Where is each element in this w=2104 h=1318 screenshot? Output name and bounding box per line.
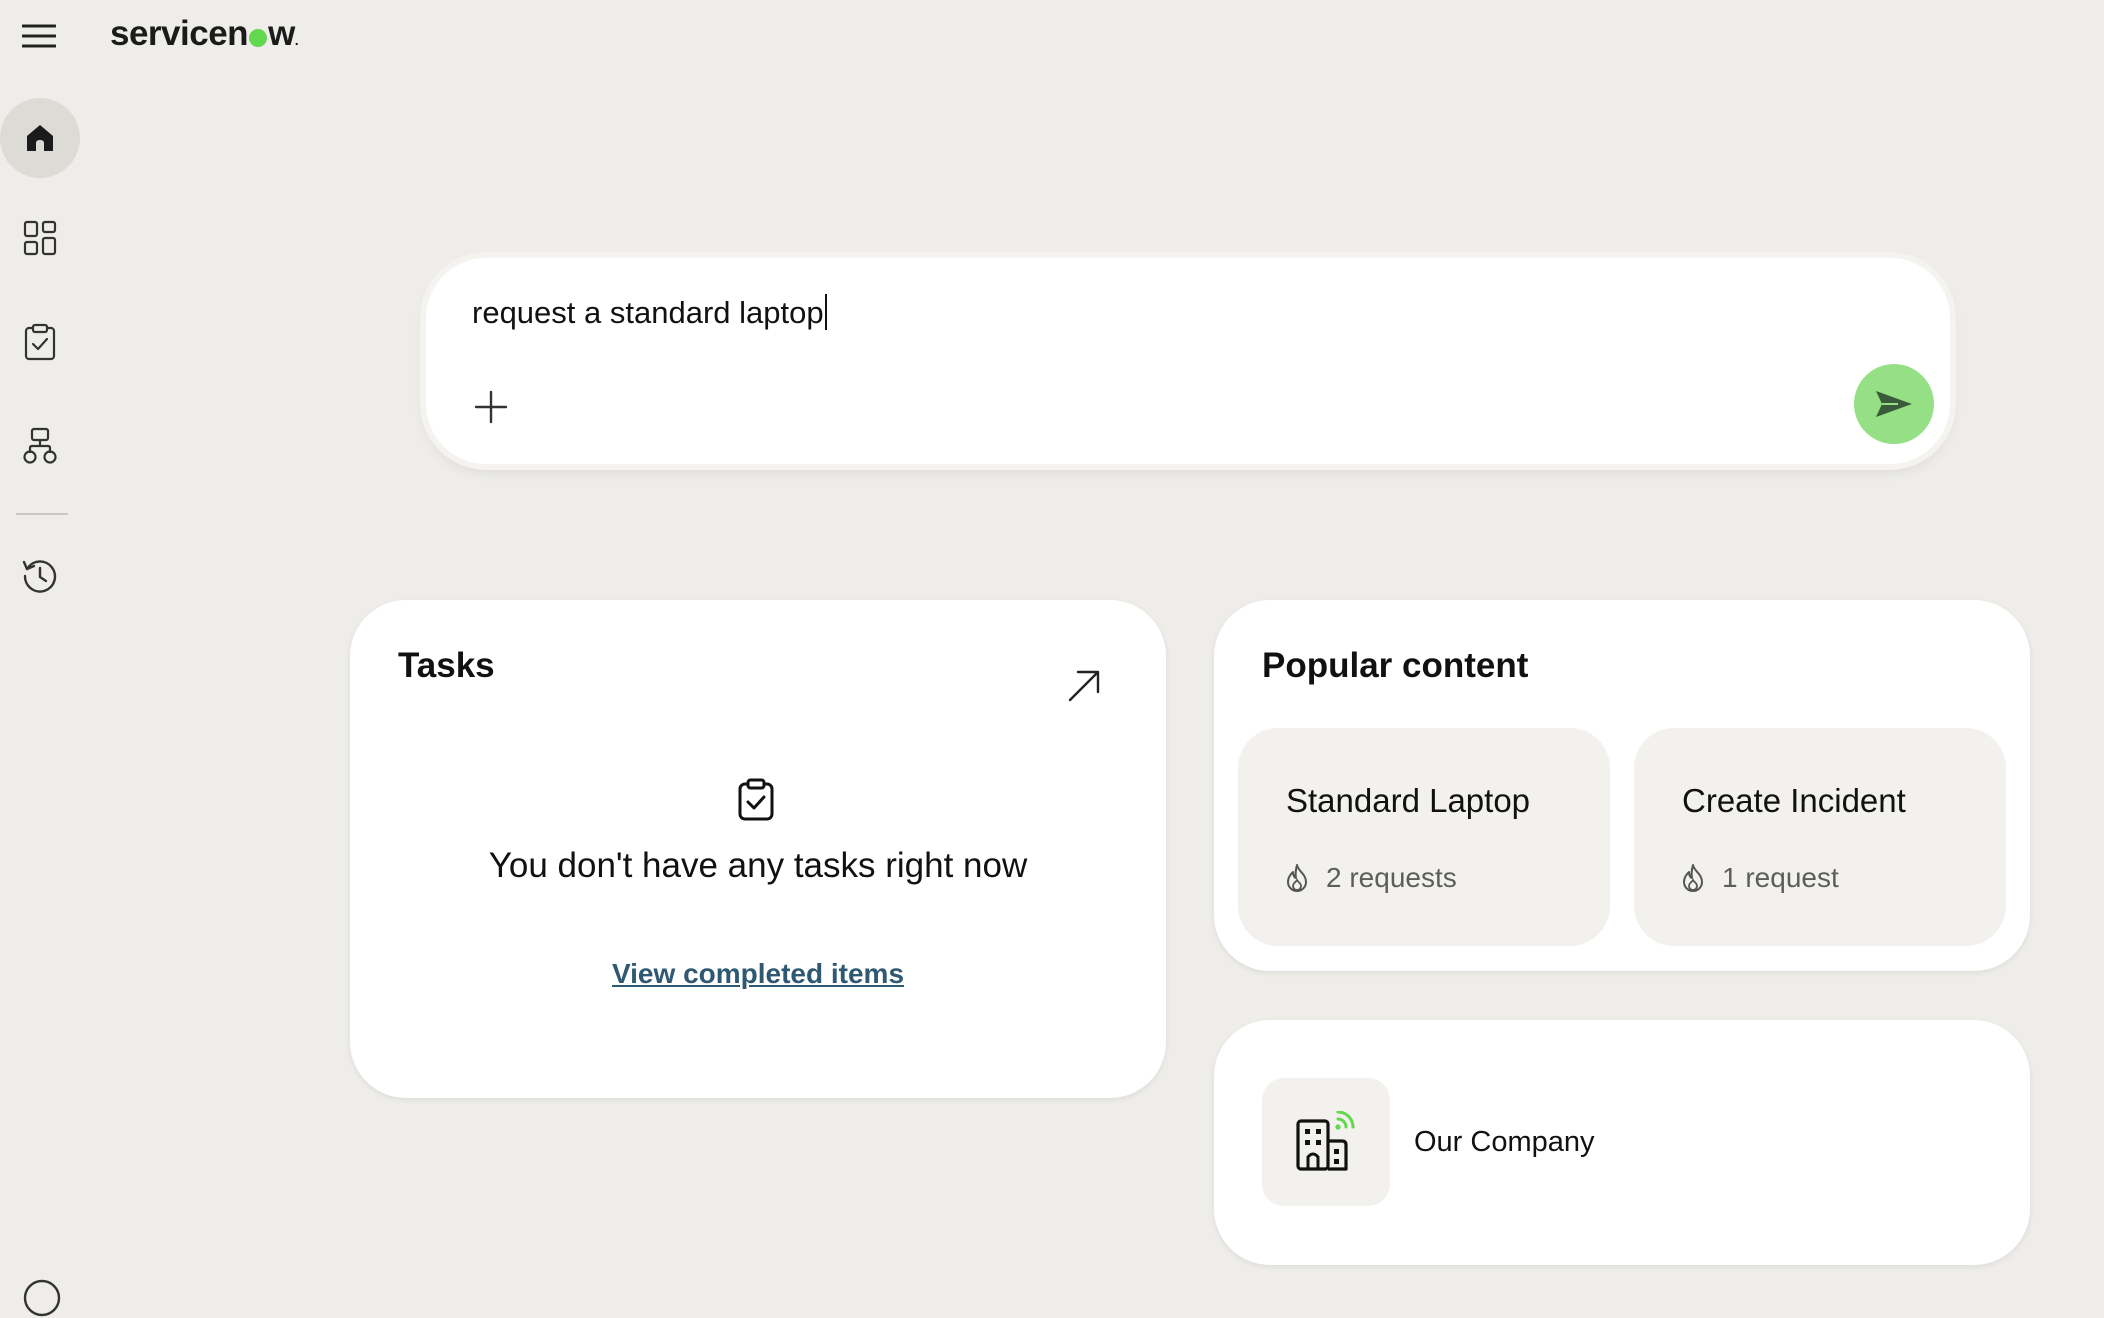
rail-item-workflows[interactable] [0, 406, 80, 486]
flame-icon [1287, 864, 1307, 892]
chat-prompt-box[interactable]: request a standard laptop [426, 258, 1950, 464]
view-completed-items-link[interactable]: View completed items [350, 958, 1166, 990]
flame-icon [1683, 864, 1703, 892]
clipboard-check-icon [24, 323, 56, 361]
workflow-icon [23, 427, 57, 464]
rail-item-home[interactable] [0, 98, 80, 178]
popular-item-standard-laptop[interactable]: Standard Laptop 2 requests [1238, 728, 1610, 946]
popular-item-title: Create Incident [1682, 782, 1906, 819]
help-button[interactable] [22, 1278, 62, 1318]
popular-content-card: Popular content Standard Laptop 2 reques… [1214, 600, 2030, 971]
hamburger-icon [22, 24, 56, 48]
arrow-up-right-icon [1068, 670, 1100, 702]
send-button[interactable] [1854, 364, 1934, 444]
rail-item-tasks[interactable] [0, 302, 80, 382]
history-icon [22, 560, 57, 593]
send-icon [1876, 391, 1912, 417]
tasks-title: Tasks [398, 646, 495, 685]
rail-divider [16, 513, 68, 515]
popular-item-meta: 2 requests [1284, 862, 1457, 894]
plus-icon [474, 390, 508, 424]
help-circle-icon [23, 1279, 61, 1317]
servicenow-logo[interactable]: servicen w. [110, 14, 299, 54]
popular-item-count: 2 requests [1326, 862, 1457, 893]
prompt-input[interactable]: request a standard laptop [472, 294, 827, 331]
menu-button[interactable] [18, 18, 60, 54]
attach-button[interactable] [466, 382, 516, 432]
logo-trademark: . [294, 32, 299, 48]
tasks-empty-message: You don't have any tasks right now [488, 846, 1028, 885]
apps-grid-icon [23, 220, 57, 256]
logo-dot [249, 29, 268, 47]
home-icon [27, 125, 53, 151]
logo-text-right: w [268, 14, 295, 53]
our-company-card[interactable]: Our Company [1214, 1020, 2030, 1265]
building-wifi-icon [1296, 1111, 1355, 1171]
prompt-input-value: request a standard laptop [472, 295, 824, 330]
popular-content-title: Popular content [1262, 646, 1529, 685]
logo-text-left: servicen [110, 14, 249, 53]
popular-item-count: 1 request [1722, 862, 1839, 893]
popular-item-meta: 1 request [1680, 862, 1839, 894]
company-label: Our Company [1414, 1126, 1595, 1158]
popular-item-title: Standard Laptop [1286, 782, 1531, 819]
company-icon-tile [1262, 1078, 1390, 1206]
clipboard-check-icon [736, 778, 776, 822]
text-caret [824, 294, 827, 330]
rail-item-history[interactable] [0, 536, 80, 616]
tasks-card: Tasks You don't have any tasks right now… [350, 600, 1166, 1098]
popular-item-create-incident[interactable]: Create Incident 1 request [1634, 728, 2006, 946]
rail-item-apps[interactable] [0, 198, 80, 278]
tasks-expand-button[interactable] [1066, 668, 1102, 704]
